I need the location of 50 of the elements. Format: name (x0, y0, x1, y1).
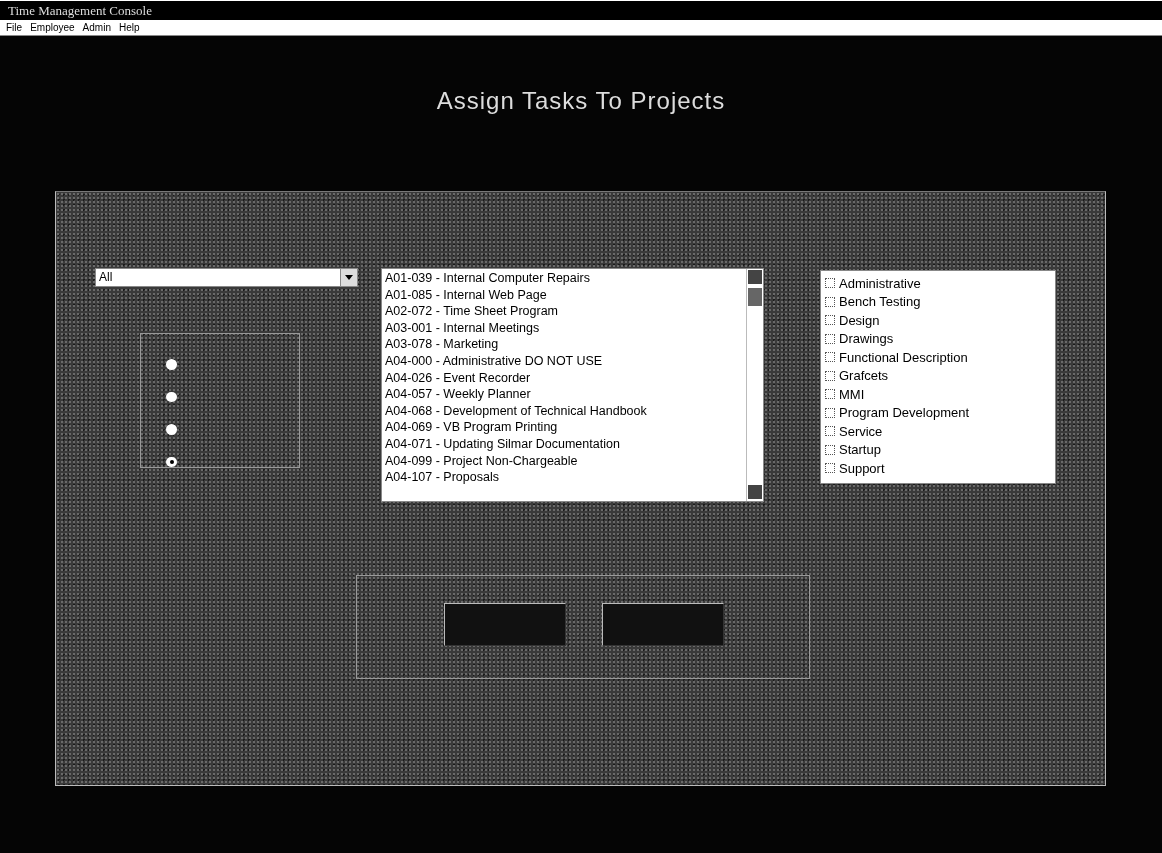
radio-button[interactable] (166, 391, 177, 402)
checkbox[interactable] (825, 370, 835, 381)
window-title: Time Management Console (0, 0, 1162, 20)
menu-item[interactable]: Admin (82, 21, 111, 34)
list-item[interactable]: A04-069 - VB Program Printing (385, 419, 743, 436)
menu-item[interactable]: Employee (30, 21, 75, 34)
list-item[interactable]: A01-085 - Internal Web Page (385, 286, 743, 304)
action-button[interactable] (444, 603, 566, 646)
checkbox-label: Support (839, 460, 885, 476)
checkbox-label: MMI (839, 386, 865, 402)
list-item[interactable]: A04-099 - Project Non-Chargeable (385, 452, 743, 470)
list-item[interactable]: A04-071 - Updating Silmar Documentation (385, 435, 743, 453)
checkbox-label: Grafcets (839, 368, 889, 384)
radio-button[interactable] (166, 359, 177, 370)
checkbox[interactable] (825, 315, 835, 326)
scrollbar[interactable] (746, 269, 763, 501)
checkbox[interactable] (825, 296, 835, 307)
checkbox-label: Administrative (839, 275, 921, 291)
checkbox[interactable] (825, 426, 835, 437)
radio-button[interactable] (166, 456, 177, 467)
checkbox-label: Bench Testing (839, 294, 921, 310)
checkbox-label: Design (839, 312, 880, 328)
checkbox-label: Startup (839, 442, 881, 458)
checkbox[interactable] (825, 463, 835, 474)
menu-item[interactable]: Help (118, 21, 140, 34)
list-item[interactable]: A03-001 - Internal Meetings (385, 319, 743, 337)
list-item[interactable]: A01-039 - Internal Computer Repairs (385, 270, 743, 287)
dropdown-arrow-icon (345, 275, 353, 280)
checkbox[interactable] (825, 407, 835, 418)
checkbox-label: Program Development (839, 405, 970, 421)
action-button[interactable] (602, 603, 724, 646)
list-item[interactable]: A04-057 - Weekly Planner (385, 386, 743, 403)
checkbox[interactable] (825, 389, 835, 400)
list-item[interactable]: A02-072 - Time Sheet Program (385, 303, 743, 320)
checkbox[interactable] (825, 352, 835, 363)
checkbox[interactable] (825, 278, 835, 289)
radio-button[interactable] (166, 424, 177, 435)
list-item[interactable]: A04-000 - Administrative DO NOT USE (385, 352, 743, 370)
list-item[interactable]: A04-026 - Event Recorder (385, 369, 743, 387)
checkbox-label: Drawings (839, 331, 894, 347)
list-item[interactable]: A04-068 - Development of Technical Handbook (385, 402, 743, 420)
filter-dropdown[interactable]: All (95, 268, 358, 287)
menu-item[interactable]: File (6, 21, 23, 34)
checkbox-label: Functional Description (839, 349, 968, 365)
checkbox[interactable] (825, 444, 835, 455)
checkbox[interactable] (825, 333, 835, 344)
page-heading: Assign Tasks To Projects (435, 86, 727, 116)
list-item[interactable]: A04-107 - Proposals (385, 469, 743, 486)
checkbox-label: Service (839, 423, 883, 439)
list-item[interactable]: A03-078 - Marketing (385, 336, 743, 353)
